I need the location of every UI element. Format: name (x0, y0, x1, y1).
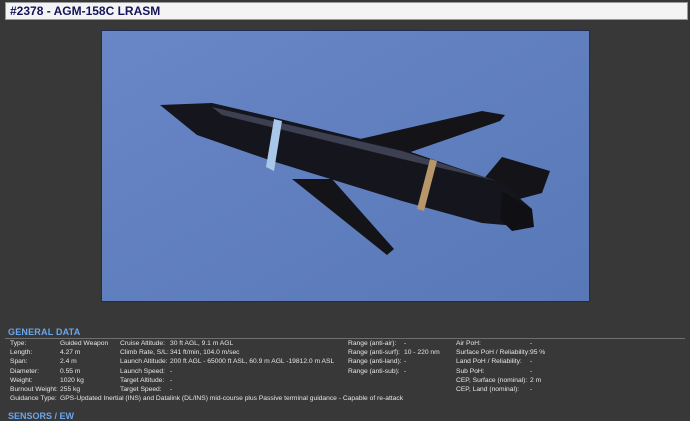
cruise-altitude-label: Cruise Altitude: (120, 340, 165, 347)
burnout-weight-label: Burnout Weight: (10, 385, 58, 393)
launch-speed-label: Launch Speed: (120, 367, 165, 375)
weight-value: 1020 kg (60, 376, 84, 384)
page-title: #2378 - AGM-158C LRASM (10, 4, 161, 18)
missile-photo (101, 30, 590, 302)
land-poh-label: Land PoH / Reliability: (456, 358, 522, 366)
cep-surface-label: CEP, Surface (nominal): (456, 376, 528, 384)
burnout-weight-value: 255 kg (60, 385, 81, 393)
land-poh-value: - (530, 358, 533, 366)
range-anti-land-value: - (404, 358, 407, 366)
cep-land-label: CEP, Land (nominal): (456, 385, 520, 393)
range-anti-land-label: Range (anti-land): (348, 358, 402, 366)
guidance-label: Guidance Type: (10, 395, 57, 402)
surface-poh-label: Surface PoH / Reliability: (456, 349, 530, 357)
launch-speed-value: - (170, 367, 173, 375)
range-anti-surf-value: 10 - 220 nm (404, 349, 440, 357)
title-bar: #2378 - AGM-158C LRASM (5, 2, 688, 20)
cep-land-value: - (530, 385, 533, 393)
range-anti-air-value: - (404, 340, 407, 347)
target-altitude-value: - (170, 376, 173, 384)
climb-rate-value: 341 ft/min, 104.0 m/sec (170, 349, 240, 357)
range-anti-air-label: Range (anti-air): (348, 340, 397, 347)
surface-poh-value: 95 % (530, 349, 546, 357)
launch-altitude-value: 200 ft AGL - 65000 ft ASL, 60.9 m AGL -1… (170, 358, 335, 366)
span-label: Span: (10, 358, 28, 366)
range-anti-surf-label: Range (anti-surf): (348, 349, 401, 357)
target-speed-value: - (170, 385, 173, 393)
type-value: Guided Weapon (60, 340, 109, 347)
length-value: 4.27 m (60, 349, 81, 357)
general-data-title: GENERAL DATA (8, 327, 81, 337)
sub-poh-label: Sub PoH: (456, 367, 485, 375)
guidance-value: GPS-Updated Inertial (INS) and Datalink … (60, 395, 404, 402)
cep-surface-value: 2 m (530, 376, 542, 384)
type-label: Type: (10, 340, 27, 347)
weight-label: Weight: (10, 376, 33, 384)
air-poh-label: Air PoH: (456, 340, 481, 347)
range-anti-sub-label: Range (anti-sub): (348, 367, 400, 375)
section-divider (5, 338, 685, 339)
diameter-label: Diameter: (10, 367, 39, 375)
launch-altitude-label: Launch Altitude: (120, 358, 168, 366)
length-label: Length: (10, 349, 33, 357)
cruise-altitude-value: 30 ft AGL, 9.1 m AGL (170, 340, 234, 347)
target-speed-label: Target Speed: (120, 385, 162, 393)
sub-poh-value: - (530, 367, 533, 375)
air-poh-value: - (530, 340, 533, 347)
diameter-value: 0.55 m (60, 367, 81, 375)
target-altitude-label: Target Altitude: (120, 376, 165, 384)
guidance-row: Guidance Type: GPS-Updated Inertial (INS… (10, 395, 403, 402)
sensors-ew-title: SENSORS / EW (8, 411, 75, 421)
climb-rate-label: Climb Rate, S/L: (120, 349, 169, 357)
range-anti-sub-value: - (404, 367, 407, 375)
span-value: 2.4 m (60, 358, 77, 366)
